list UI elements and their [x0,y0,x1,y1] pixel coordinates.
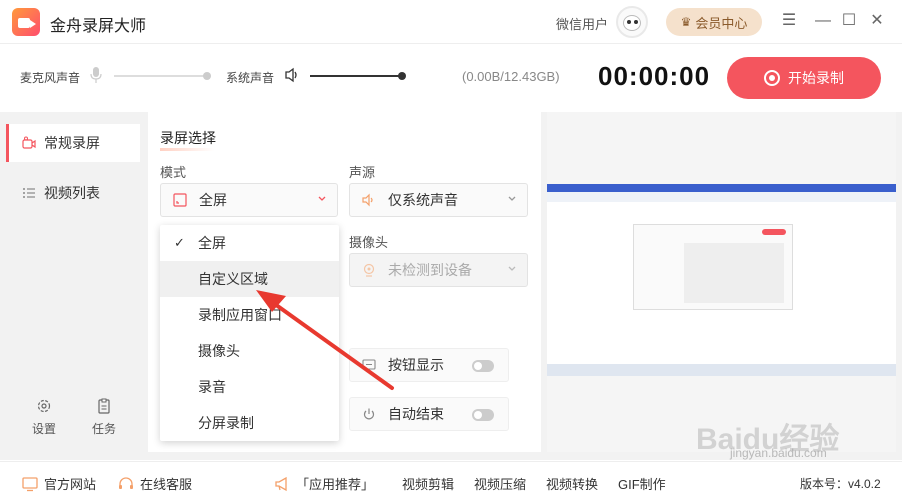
audio-toolbar: 麦克风声音 系统声音 (0.00B/12.43GB) 00:00:00 开始录制 [0,45,902,111]
video-edit-label: 视频剪辑 [402,477,455,492]
version-label: 版本号：v4.0.2 [800,477,881,491]
website-label: 官方网站 [44,477,97,492]
show-button-label: 按钮显示 [388,357,444,373]
sidebar-item-video-list[interactable]: 视频列表 [6,174,140,212]
mic-volume-slider[interactable] [114,72,211,80]
watermark-url: jingyan.baidu.com [730,446,827,460]
app-title: 金舟录屏大师 [50,18,147,35]
title-bar: 金舟录屏大师 微信用户 ♛ 会员中心 ☰ — ☐ ✕ [0,0,902,44]
camera-label: 摄像头 [349,235,389,250]
clipboard-icon [98,398,110,414]
list-icon [23,188,35,198]
system-volume-slider[interactable] [310,72,406,80]
support-label: 在线客服 [140,477,193,492]
settings-label: 设置 [31,422,56,436]
fullscreen-icon [173,193,187,207]
auto-end-switch[interactable] [472,409,494,421]
recommend-link[interactable]: 「应用推荐」 [274,474,374,493]
dropdown-item-custom-area[interactable]: 自定义区域 [160,261,339,297]
gear-icon [37,399,51,413]
settings-button[interactable]: 设置 [24,398,64,437]
video-compress-link[interactable]: 视频压缩 [474,474,526,493]
check-icon: ✓ [174,235,185,250]
mode-label: 模式 [160,165,187,180]
system-volume-label: 系统声音 [226,71,275,85]
chevron-down-icon [508,196,516,201]
audio-source-label: 声源 [349,165,376,180]
user-name[interactable]: 微信用户 [556,14,608,33]
video-edit-link[interactable]: 视频剪辑 [402,474,454,493]
dropdown-item-label: 全屏 [198,235,226,251]
dropdown-item-label: 自定义区域 [198,271,268,287]
mode-dropdown-menu: ✓ 全屏 自定义区域 录制应用窗口 摄像头 录音 分屏录制 [160,225,339,441]
vip-center-button[interactable]: ♛ 会员中心 [666,8,762,36]
dropdown-item-label: 录音 [198,379,226,395]
recommend-label: 「应用推荐」 [296,477,375,492]
start-record-label: 开始录制 [788,70,844,86]
footer-bar: 官方网站 在线客服 「应用推荐」 视频剪辑 视频压缩 视频转换 GIF制作 版本… [0,461,902,502]
dropdown-item-fullscreen[interactable]: ✓ 全屏 [160,225,339,261]
video-convert-link[interactable]: 视频转换 [546,474,598,493]
mic-volume-label: 麦克风声音 [20,71,81,85]
speaker-icon [362,193,373,207]
vip-center-label: 会员中心 [695,15,748,31]
tasks-label: 任务 [91,422,116,436]
tasks-button[interactable]: 任务 [84,398,124,437]
monitor-icon [22,476,38,491]
auto-end-toggle-row[interactable]: 自动结束 [349,397,509,431]
dropdown-item-label: 分屏录制 [198,415,254,431]
preview-screenshot [547,184,896,376]
minimize-icon[interactable]: — [812,10,834,32]
maximize-icon[interactable]: ☐ [838,10,860,32]
dropdown-item-audio[interactable]: 录音 [160,369,339,405]
microphone-icon[interactable] [90,67,102,83]
crown-icon: ♛ [680,15,692,29]
camera-select[interactable]: 未检测到设备 [349,253,528,287]
gif-maker-link[interactable]: GIF制作 [618,474,666,493]
dropdown-item-label: 录制应用窗口 [198,307,282,323]
show-button-switch[interactable] [472,360,494,372]
section-title: 录屏选择 [160,130,216,151]
video-convert-label: 视频转换 [546,477,599,492]
sidebar-item-label: 常规录屏 [44,135,100,151]
headset-icon [119,476,133,489]
sidebar-item-screen-record[interactable]: 常规录屏 [6,124,140,162]
audio-source-select[interactable]: 仅系统声音 [349,183,528,217]
screen-preview [547,112,896,452]
audio-source-value: 仅系统声音 [388,192,458,208]
webcam-icon [363,263,375,277]
record-icon [764,70,780,86]
camera-value: 未检测到设备 [388,262,472,278]
chevron-down-icon [508,266,516,271]
power-icon [363,408,375,420]
avatar[interactable] [616,6,648,38]
gif-maker-label: GIF制作 [618,477,666,492]
camera-icon [22,136,36,149]
app-logo-icon [12,8,40,36]
button-display-icon [362,359,376,370]
close-icon[interactable]: ✕ [866,10,888,32]
support-link[interactable]: 在线客服 [118,474,192,493]
dropdown-item-split-screen[interactable]: 分屏录制 [160,405,339,441]
show-button-toggle-row[interactable]: 按钮显示 [349,348,509,382]
sidebar-item-label: 视频列表 [44,185,100,201]
website-link[interactable]: 官方网站 [22,474,96,493]
mode-select-value: 全屏 [199,192,227,208]
start-record-button[interactable]: 开始录制 [727,57,881,99]
dropdown-item-label: 摄像头 [198,343,240,359]
megaphone-icon [275,476,287,491]
dropdown-item-app-window[interactable]: 录制应用窗口 [160,297,339,333]
auto-end-label: 自动结束 [388,406,444,422]
sidebar: 常规录屏 视频列表 设置 任务 [0,112,146,460]
menu-icon[interactable]: ☰ [778,10,800,32]
storage-usage: (0.00B/12.43GB) [462,69,560,84]
mode-select[interactable]: 全屏 [160,183,338,217]
speaker-icon[interactable] [284,67,300,83]
record-timer: 00:00:00 [598,61,711,91]
video-compress-label: 视频压缩 [474,477,527,492]
dropdown-item-camera[interactable]: 摄像头 [160,333,339,369]
chevron-down-icon [318,196,326,201]
